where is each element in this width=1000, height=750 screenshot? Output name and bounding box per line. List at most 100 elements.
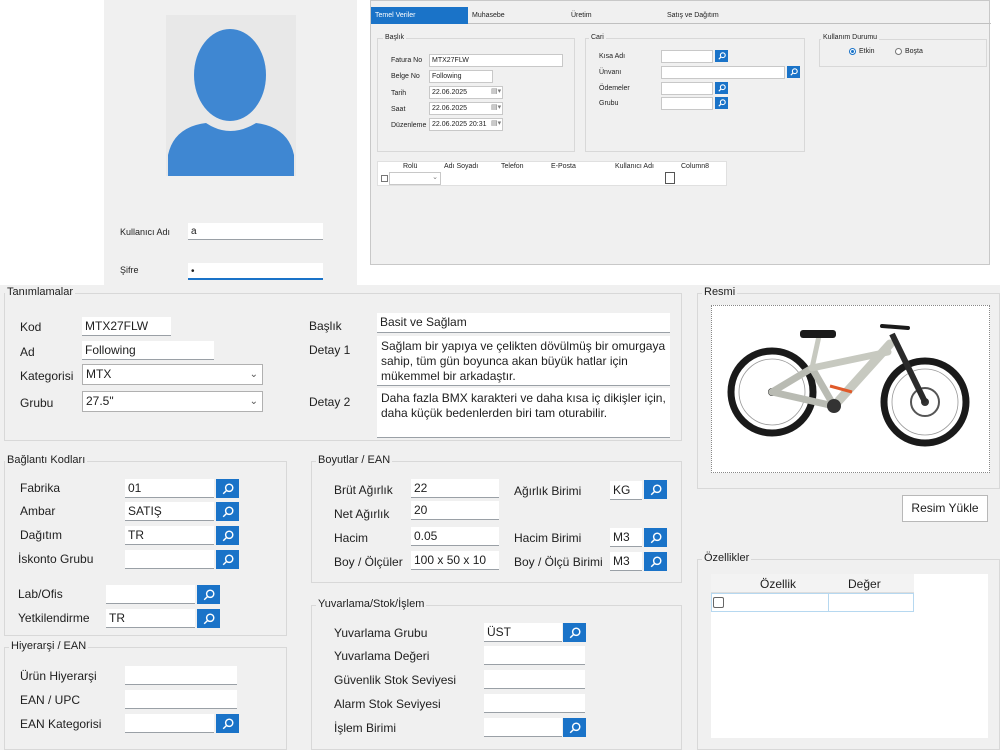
dagitim-input[interactable]: TR [125,526,214,545]
kod-label: Kod [20,320,42,334]
ambar-input[interactable]: SATIŞ [125,502,214,521]
search-icon[interactable] [644,528,667,547]
grid-col-rolu[interactable]: Rolü [403,163,417,170]
yuvarlama-grubu-input[interactable]: ÜST [484,623,562,642]
boy-olculer-input[interactable]: 100 x 50 x 10 [411,551,499,570]
brut-input[interactable]: 22 [411,479,499,498]
search-icon[interactable] [563,718,586,737]
grid-col-deger[interactable]: Değer [848,577,881,591]
grubu-label: Grubu [20,396,54,410]
urun-hiyerarsi-label: Ürün Hiyerarşi [20,669,97,683]
grid-col-column8[interactable]: Column8 [681,163,709,170]
product-image[interactable] [711,305,990,473]
tab-temel-veriler[interactable]: Temel Veriler [371,7,468,24]
islem-birimi-input[interactable] [484,718,562,737]
search-icon[interactable] [715,97,728,109]
grubu-input[interactable] [661,97,713,110]
tab-satis-dagitim[interactable]: Satış ve Dağıtım [663,7,783,24]
unvani-input[interactable] [661,66,785,79]
user-avatar-icon [168,29,294,176]
ambar-label: Ambar [20,504,56,518]
search-icon[interactable] [216,502,239,521]
iskonto-input[interactable] [125,550,214,569]
grid-col-telefon[interactable]: Telefon [501,163,524,170]
belge-no-input[interactable]: Following [429,70,493,83]
yuvarlama-degeri-label: Yuvarlama Değeri [334,649,430,663]
hacim-label: Hacim [334,531,369,545]
fabrika-label: Fabrika [20,481,61,495]
ean-upc-input[interactable] [125,690,237,709]
calendar-icon[interactable]: ▤▾ [491,103,501,111]
kullanim-group-title: Kullanım Durumu [821,34,880,41]
search-icon[interactable] [216,479,239,498]
calendar-icon[interactable]: ▤▾ [491,87,501,95]
kod-input[interactable]: MTX27FLW [82,317,171,336]
grubu-select[interactable]: 27.5" ⌄ [82,391,263,412]
agirlik-birimi-label: Ağırlık Birimi [514,484,582,498]
odemeler-label: Ödemeler [599,85,630,92]
ozellikler-title: Özellikler [702,552,752,564]
search-icon[interactable] [197,609,220,628]
grid-column8-checkbox[interactable] [665,172,675,184]
password-input[interactable]: • [188,263,323,280]
tanimlamalar-title: Tanımlamalar [5,286,76,298]
yuvarlama-degeri-input[interactable] [484,646,585,665]
hacim-input[interactable]: 0.05 [411,527,499,546]
odemeler-input[interactable] [661,82,713,95]
search-icon[interactable] [787,66,800,78]
agirlik-birimi-input[interactable]: KG [610,481,642,500]
search-icon[interactable] [715,50,728,62]
search-icon[interactable] [216,526,239,545]
baslik-input[interactable]: Basit ve Sağlam [377,313,670,333]
net-input[interactable]: 20 [411,501,499,520]
grid-col-kullanici-adi[interactable]: Kullanıcı Adı [615,163,654,170]
yuvarlama-grubu-label: Yuvarlama Grubu [334,626,428,640]
calendar-icon[interactable]: ▤▾ [491,119,501,127]
grid-role-combo[interactable]: ⌄ [389,172,441,185]
ean-kategorisi-input[interactable] [125,714,214,733]
tarih-label: Tarih [391,90,407,97]
alarm-stok-input[interactable] [484,694,585,713]
guvenlik-stok-input[interactable] [484,670,585,689]
username-input[interactable]: a [188,223,323,240]
boy-birimi-input[interactable]: M3 [610,552,642,571]
search-icon[interactable] [216,714,239,733]
detay1-textarea[interactable]: Sağlam bir yapıya ve çelikten dövülmüş b… [377,336,670,386]
fatura-no-input[interactable]: MTX27FLW [429,54,563,67]
lab-ofis-input[interactable] [106,585,195,604]
grid-col-ozellik[interactable]: Özellik [760,577,796,591]
search-icon[interactable] [644,552,667,571]
chevron-down-icon: ⌄ [249,396,258,407]
row-checkbox[interactable] [713,597,724,608]
tab-muhasebe[interactable]: Muhasebe [468,7,568,24]
search-icon[interactable] [644,480,667,499]
fabrika-input[interactable]: 01 [125,479,214,498]
cari-group-title: Cari [589,34,606,41]
kategorisi-select[interactable]: MTX ⌄ [82,364,263,385]
resim-yukle-button[interactable]: Resim Yükle [902,495,988,522]
urun-hiyerarsi-input[interactable] [125,666,237,685]
bosta-radio[interactable] [895,48,902,55]
etkin-radio[interactable] [849,48,856,55]
yetkilendirme-input[interactable]: TR [106,609,195,628]
detay2-textarea[interactable]: Daha fazla BMX karakteri ve daha kısa iç… [377,388,670,438]
kisa-adi-input[interactable] [661,50,713,63]
grid-col-eposta[interactable]: E-Posta [551,163,576,170]
ozellikler-grid-row[interactable] [711,593,914,612]
yetkilendirme-label: Yetkilendirme [18,611,90,625]
search-icon[interactable] [715,82,728,94]
password-label: Şifre [120,265,139,275]
hacim-birimi-input[interactable]: M3 [610,528,642,547]
search-icon[interactable] [563,623,586,642]
grid-divider [828,593,829,612]
alarm-stok-label: Alarm Stok Seviyesi [334,697,441,711]
search-icon[interactable] [216,550,239,569]
boy-olculer-label: Boy / Ölçüler [334,555,403,569]
tab-uretim[interactable]: Üretim [567,7,647,24]
grid-row-checkbox[interactable] [381,175,388,182]
saat-label: Saat [391,106,406,113]
ad-input[interactable]: Following [82,341,214,360]
grid-col-adi-soyadi[interactable]: Adı Soyadı [444,163,478,170]
avatar [166,15,296,176]
search-icon[interactable] [197,585,220,604]
